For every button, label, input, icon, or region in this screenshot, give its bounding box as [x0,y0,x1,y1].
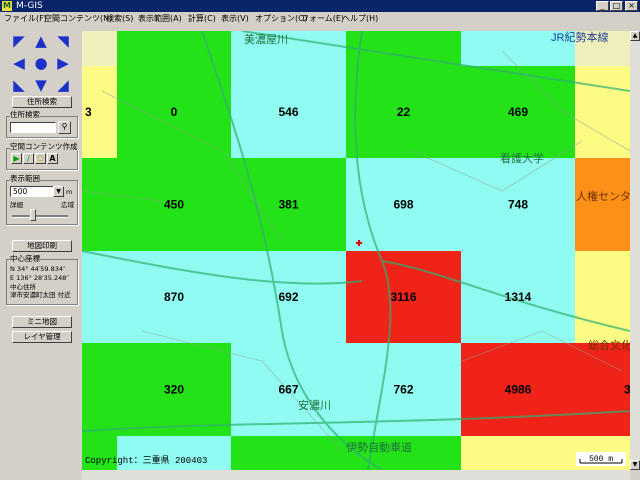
mini-map-button[interactable]: ミニ地図 [12,316,72,328]
maximize-button[interactable]: □ [610,1,623,11]
grid-cell-r0-c5 [575,66,630,158]
grid-value-r1-c3: 698 [393,198,413,212]
app-icon: M [2,1,12,11]
line-tool-icon[interactable]: ∕ [23,153,34,164]
choropleth-map[interactable]: 3 0 546 22 469 450 381 698 748 870 692 3116 1314 320 6… [82,31,630,470]
address-search-group-label: 住所検索 [10,110,40,119]
grid-top-strip-cell [117,31,231,66]
grid-value-r3-c2: 667 [278,383,298,397]
grid-value-r1-c2: 381 [278,198,298,212]
grid-cell-r1-c0 [82,158,117,251]
place-label-ano-river: 安濃川 [298,398,331,412]
scale-bar-label: 500 m [589,455,613,464]
pan-southeast-icon[interactable]: ◢ [54,76,72,94]
grid-value-r2-c1: 870 [164,290,184,304]
range-unit: m [66,188,73,196]
place-label-expressway: 伊勢自動車道 [346,440,412,454]
menu-view[interactable]: 表示(V) [221,12,249,26]
grid-cell-r2-c0 [82,251,117,343]
place-label-human-rights: 人権センタ [576,189,630,203]
latitude-text: N 34° 44′59.834″ [10,265,66,273]
menu-help[interactable]: ヘルプ(H) [342,12,378,26]
grid-value-r3-c1: 320 [164,383,184,397]
pan-northeast-icon[interactable]: ◥ [54,32,72,50]
map-view[interactable]: 3 0 546 22 469 450 381 698 748 870 692 3116 1314 320 6… [82,31,630,470]
detail-label: 詳細 [10,201,23,209]
text-tool-icon[interactable]: A [47,153,58,164]
spatial-content-group-label: 空間コンテンツ作成 [10,142,78,151]
menu-bar: ファイル(F) 空間コンテンツ(N) 検索(S) 表示範囲(A) 計算(C) 表… [0,12,640,26]
grid-top-strip-cell [82,31,117,66]
grid-cell-r1-c5 [575,158,630,251]
center-address-value: 津市安濃町太田 付近 [10,291,71,299]
pan-arrow-pad: ◤ ▲ ◥ ◀ ● ▶ ◣ ▼ ◢ [10,32,72,94]
menu-display-range[interactable]: 表示範囲(A) [138,12,182,26]
grid-value-r0-c4: 469 [508,105,528,119]
pan-west-icon[interactable]: ◀ [10,54,28,72]
menu-calculate[interactable]: 計算(C) [188,12,216,26]
point-tool-icon[interactable]: ▶ [11,153,22,164]
wide-label: 広域 [61,201,74,209]
horizontal-scrollbar[interactable] [82,470,630,480]
grid-cell-r4-c4 [461,436,575,470]
center-address-label: 中心住所 [10,283,36,291]
grid-value-r1-c4: 748 [508,198,528,212]
pan-northwest-icon[interactable]: ◤ [10,32,28,50]
address-search-input[interactable] [10,122,56,133]
menu-file[interactable]: ファイル(F) [4,12,47,26]
grid-value-r0-c2: 546 [278,105,298,119]
close-button[interactable]: × [625,1,638,11]
menu-search[interactable]: 検索(S) [106,12,133,26]
minimize-button[interactable]: _ [596,1,609,11]
layer-manage-button[interactable]: レイヤ管理 [12,331,72,343]
range-slider-track[interactable] [12,215,68,218]
window-title: M-GIS [16,1,43,11]
range-slider-thumb[interactable] [29,209,36,221]
grid-top-strip-cell [346,31,461,66]
grid-cell-r4-c2 [231,436,346,470]
display-range-group-label: 表示範囲 [10,174,40,183]
grid-value-r0-c1: 0 [171,105,178,119]
scroll-down-icon[interactable]: ▼ [630,460,640,470]
grid-value-r0-c0: 3 [85,105,92,119]
range-select[interactable]: 500 [10,186,54,197]
place-label-jr-line: JR紀勢本線 [551,31,608,44]
vertical-scrollbar[interactable]: ▲ ▼ [630,31,640,470]
control-panel: ◤ ▲ ◥ ◀ ● ▶ ◣ ▼ ◢ 住所検索 住所検索 ⚲ 空間コンテンツ作成 … [0,26,82,480]
place-label-culture: 総合文化 [588,338,630,352]
polygon-tool-icon[interactable]: ⬠ [35,153,46,164]
pan-east-icon[interactable]: ▶ [54,54,72,72]
grid-value-r3-c3: 762 [393,383,413,397]
pan-north-icon[interactable]: ▲ [32,32,50,50]
address-search-button[interactable]: 住所検索 [12,96,72,108]
title-bar: M M-GIS _ □ × [0,0,640,12]
copyright-text: Copyright：三重県 200403 [85,454,207,466]
print-map-button[interactable]: 地図印刷 [12,240,72,252]
search-icon[interactable]: ⚲ [58,121,71,134]
grid-value-r1-c1: 450 [164,198,184,212]
grid-value-r2-c2: 692 [278,290,298,304]
center-dot-icon[interactable]: ● [32,54,50,72]
place-label-nursing-univ: 看護大学 [500,151,544,165]
grid-value-r2-c4: 1314 [505,290,532,304]
grid-value-r3-c4: 4986 [505,383,532,397]
grid-value-r2-c3: 3116 [390,290,416,304]
menu-spatial-content[interactable]: 空間コンテンツ(N) [44,12,112,26]
grid-value-r0-c3: 22 [397,105,411,119]
chevron-down-icon[interactable]: ▼ [53,186,64,197]
grid-cell-r3-c5 [575,343,630,436]
longitude-text: E 136° 28′35.248″ [10,274,69,282]
grid-cell-r3-c0 [82,343,117,436]
center-coord-group-label: 中心座標 [10,254,40,263]
scroll-up-icon[interactable]: ▲ [630,31,640,41]
menu-form[interactable]: フォーム(E) [301,12,344,26]
place-label-mino-river: 美濃屋川 [244,32,288,46]
pan-southwest-icon[interactable]: ◣ [10,76,28,94]
pan-south-icon[interactable]: ▼ [32,76,50,94]
menu-options[interactable]: オプション(O) [255,12,308,26]
